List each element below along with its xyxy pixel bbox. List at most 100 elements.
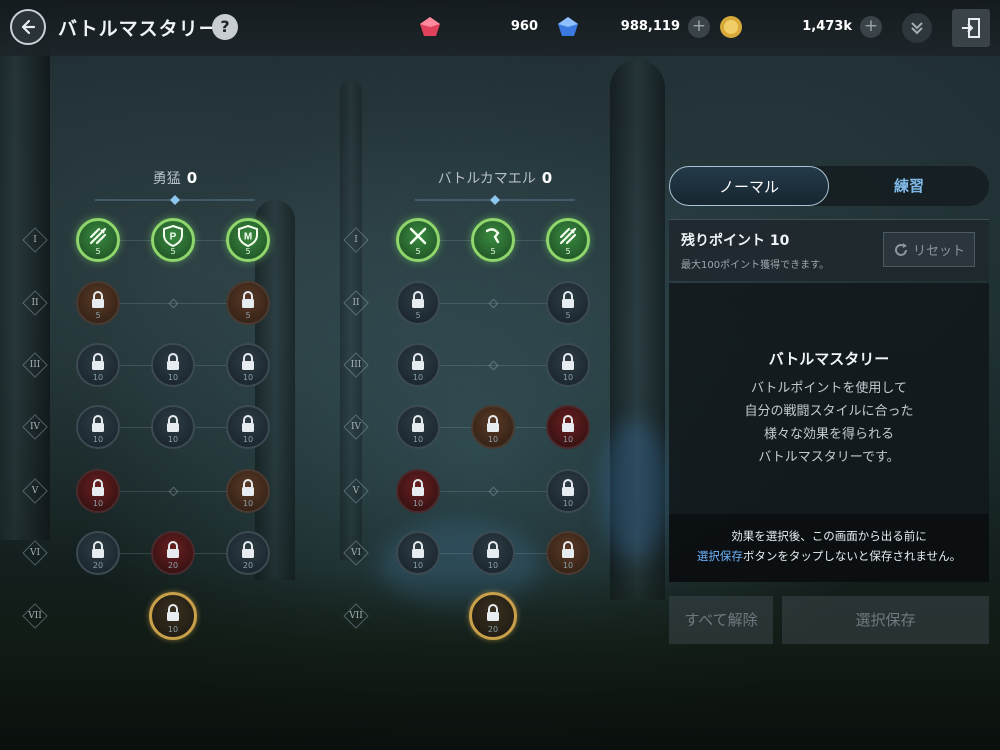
- skill-node[interactable]: 10: [546, 531, 590, 575]
- skill-node[interactable]: 10: [396, 469, 440, 513]
- skill-level: 10: [412, 561, 424, 570]
- skill-node[interactable]: 20: [151, 531, 195, 575]
- top-bar: バトルマスタリー ? 960 988,119 + 1,473k +: [0, 0, 1000, 56]
- lock-icon: [560, 415, 576, 437]
- tree-points: 0: [186, 169, 198, 187]
- skill-level: 5: [170, 247, 176, 256]
- clear-all-button[interactable]: すべて解除: [669, 596, 773, 644]
- skill-node[interactable]: 5: [396, 218, 440, 262]
- lock-icon: [240, 541, 256, 563]
- skill-node[interactable]: 5: [471, 218, 515, 262]
- skill-node[interactable]: 5: [546, 281, 590, 325]
- lock-icon: [240, 353, 256, 375]
- lock-icon: [485, 604, 501, 626]
- lock-icon: [165, 604, 181, 626]
- skill-node[interactable]: 10: [471, 405, 515, 449]
- tier-number: VII: [349, 611, 363, 621]
- tier-number: III: [350, 360, 362, 370]
- back-button[interactable]: [10, 9, 46, 45]
- lock-icon: [240, 479, 256, 501]
- empty-slot-marker: [488, 360, 499, 371]
- skill-node[interactable]: 20: [76, 531, 120, 575]
- lock-icon: [90, 353, 106, 375]
- tier-number: II: [352, 298, 360, 308]
- skill-level: 10: [562, 373, 574, 382]
- skill-level: 10: [92, 373, 104, 382]
- tab-practice[interactable]: 練習: [829, 166, 989, 206]
- tier-number: IV: [350, 422, 362, 432]
- exit-button[interactable]: [952, 9, 990, 47]
- skill-node[interactable]: 5: [546, 218, 590, 262]
- skill-level: 5: [565, 247, 571, 256]
- red-gem-count: 960: [510, 19, 538, 34]
- lock-icon: [560, 291, 576, 313]
- tier-number: IV: [29, 422, 41, 432]
- note-line-2: 選択保存ボタンをタップしないと保存されません。: [669, 548, 989, 564]
- description-title: バトルマスタリー: [768, 350, 890, 368]
- lock-icon: [410, 541, 426, 563]
- skill-level: 5: [95, 247, 101, 256]
- lock-icon: [165, 541, 181, 563]
- skill-node[interactable]: 10: [76, 469, 120, 513]
- skill-node[interactable]: 10: [151, 405, 195, 449]
- skill-level: 20: [167, 561, 179, 570]
- lock-icon: [90, 291, 106, 313]
- description-line: 自分の戦闘スタイルに合った: [744, 404, 914, 419]
- add-gold-button[interactable]: +: [860, 16, 882, 38]
- skill-node[interactable]: 10: [546, 343, 590, 387]
- reset-label: リセット: [912, 244, 965, 259]
- tree-name: 勇猛: [152, 171, 181, 187]
- skill-level: 5: [415, 311, 421, 320]
- help-button[interactable]: ?: [212, 14, 238, 40]
- lock-icon: [560, 353, 576, 375]
- lock-icon: [240, 291, 256, 313]
- skill-node[interactable]: 10: [396, 343, 440, 387]
- reset-button[interactable]: リセット: [883, 232, 975, 267]
- tree-name: バトルカマエル: [437, 171, 536, 187]
- skill-level: 10: [167, 373, 179, 382]
- skill-node[interactable]: 10: [151, 343, 195, 387]
- skill-node[interactable]: 5: [76, 281, 120, 325]
- skill-node[interactable]: 20: [226, 531, 270, 575]
- tab-normal[interactable]: ノーマル: [669, 166, 829, 206]
- skill-node[interactable]: 10: [226, 405, 270, 449]
- skill-node[interactable]: 10: [226, 343, 270, 387]
- skill-node[interactable]: 10: [76, 343, 120, 387]
- skill-node[interactable]: 5: [226, 281, 270, 325]
- save-selection-button[interactable]: 選択保存: [782, 596, 989, 644]
- collapse-button[interactable]: [902, 13, 932, 43]
- skill-node[interactable]: 10: [396, 531, 440, 575]
- tier-number: VI: [350, 548, 362, 558]
- lock-icon: [410, 479, 426, 501]
- tier-number: V: [352, 486, 360, 496]
- skill-node[interactable]: P5: [151, 218, 195, 262]
- skill-node[interactable]: 5: [76, 218, 120, 262]
- tier-number: VI: [29, 548, 41, 558]
- skill-level: 10: [487, 561, 499, 570]
- skill-node[interactable]: 10: [226, 469, 270, 513]
- lock-icon: [560, 541, 576, 563]
- skill-level: 10: [167, 625, 179, 634]
- skill-node[interactable]: 10: [546, 405, 590, 449]
- lock-icon: [90, 479, 106, 501]
- skill-node[interactable]: 10: [149, 592, 197, 640]
- note-rest: ボタンをタップしないと保存されません。: [742, 549, 962, 563]
- remaining-points: 残りポイント 10: [681, 233, 790, 249]
- skill-node[interactable]: 20: [469, 592, 517, 640]
- skill-level: 5: [95, 311, 101, 320]
- tier-number: VII: [28, 611, 42, 621]
- tier-number: I: [33, 235, 37, 245]
- gold-coin-icon: [720, 16, 742, 38]
- svg-text:M: M: [244, 232, 252, 243]
- red-gem-icon: [420, 17, 440, 36]
- skill-node[interactable]: 10: [546, 469, 590, 513]
- skill-node[interactable]: 10: [76, 405, 120, 449]
- skill-node[interactable]: M5: [226, 218, 270, 262]
- skill-node[interactable]: 5: [396, 281, 440, 325]
- skill-node[interactable]: 10: [471, 531, 515, 575]
- skill-level: 10: [412, 499, 424, 508]
- add-blue-gem-button[interactable]: +: [688, 16, 710, 38]
- tier-number: II: [31, 298, 39, 308]
- skill-node[interactable]: 10: [396, 405, 440, 449]
- tree-header-divider: [415, 195, 575, 205]
